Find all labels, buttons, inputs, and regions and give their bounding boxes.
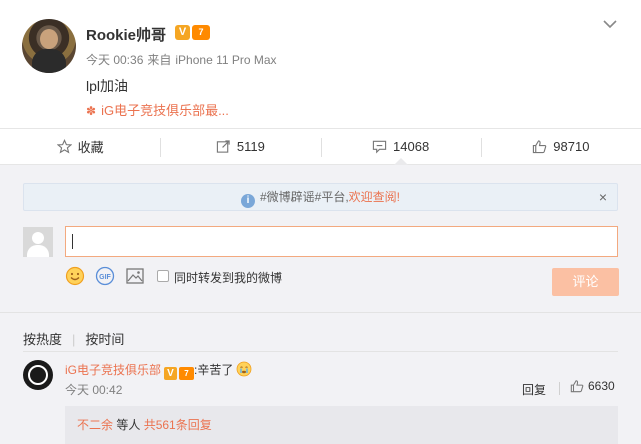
comment-header: iG电子竞技俱乐部 V 7:辛苦了 xyxy=(65,361,252,380)
comment-icon xyxy=(372,140,387,154)
comment-time: 今天 00:42 xyxy=(65,383,123,397)
repost-button[interactable]: 5119 xyxy=(160,129,320,164)
avatar-body xyxy=(27,245,49,257)
chevron-down-icon[interactable] xyxy=(602,16,618,32)
comment-input[interactable] xyxy=(65,226,618,257)
divider xyxy=(559,382,560,395)
repost-checkbox[interactable] xyxy=(157,270,169,282)
comment-count: 14068 xyxy=(393,139,430,154)
post-text: lpl加油 xyxy=(86,78,129,94)
verified-badge-icon: V xyxy=(175,25,190,40)
tab-separator: | xyxy=(72,332,76,347)
favorite-label: 收藏 xyxy=(77,140,104,155)
comment-section: i #微博辟谣#平台,欢迎查阅! × GIF 同时转发到我的微博 评论 按热度 | 按… xyxy=(0,165,641,444)
commenter-name[interactable]: iG电子竞技俱乐部 xyxy=(65,363,161,377)
post-action-bar: 收藏 5119 14068 98710 xyxy=(0,128,641,165)
like-button[interactable]: 98710 xyxy=(480,129,641,164)
text-caret xyxy=(72,234,73,249)
comment-button[interactable]: 14068 xyxy=(320,129,481,165)
like-count: 98710 xyxy=(553,139,590,154)
my-avatar xyxy=(23,227,53,257)
sub-reply-user[interactable]: 不二余 xyxy=(77,418,113,432)
topic-icon: ✽ xyxy=(86,104,97,118)
tab-sort-time[interactable]: 按时间 xyxy=(85,332,124,347)
source-prefix: 来自 xyxy=(147,53,172,67)
thumbs-up-icon xyxy=(533,140,547,154)
post-header: Rookie帅哥 V 7 今天 00:36 来自 iPhone 11 Pro Max… xyxy=(0,0,641,128)
avatar-head xyxy=(32,232,44,244)
ig-logo-icon xyxy=(28,365,48,385)
sub-reply-mid: 等人 xyxy=(113,418,144,432)
crying-emoji-icon xyxy=(236,361,252,377)
thumbs-up-icon xyxy=(570,380,584,393)
info-icon: i xyxy=(240,194,255,208)
comment-like-count: 6630 xyxy=(588,379,615,393)
tab-sort-hot[interactable]: 按热度 xyxy=(23,332,62,347)
sort-tabs: 按热度 | 按时间 xyxy=(23,329,134,348)
topic-link[interactable]: ✽ iG电子竞技俱乐部最... xyxy=(86,100,229,119)
reply-button[interactable]: 回复 xyxy=(522,381,546,398)
author-name[interactable]: Rookie帅哥 xyxy=(86,24,166,45)
rumor-notice-banner: i #微博辟谣#平台,欢迎查阅! × xyxy=(23,183,618,211)
star-icon xyxy=(56,139,72,154)
repost-icon xyxy=(216,140,230,153)
svg-text:GIF: GIF xyxy=(99,274,111,281)
commenter-avatar[interactable] xyxy=(23,360,53,390)
gif-icon[interactable]: GIF xyxy=(95,266,115,286)
close-icon[interactable]: × xyxy=(599,184,607,210)
avatar-figure xyxy=(32,49,66,73)
vip-badge-icon: 7 xyxy=(192,25,210,40)
verified-badge-icon: V xyxy=(164,367,178,380)
favorite-button[interactable]: 收藏 xyxy=(0,129,160,164)
post-timestamp[interactable]: 今天 00:36 xyxy=(86,53,143,67)
comment-like-button[interactable]: 6630 xyxy=(570,379,615,393)
notice-link[interactable]: 欢迎查阅! xyxy=(349,190,400,204)
sub-replies-box[interactable]: 不二余 等人 共561条回复 xyxy=(65,406,618,444)
comment-text: :辛苦了 xyxy=(194,363,234,377)
post-meta: 今天 00:36 来自 iPhone 11 Pro Max xyxy=(86,51,281,68)
image-icon[interactable] xyxy=(125,266,145,286)
avatar-face xyxy=(40,29,58,49)
repost-count: 5119 xyxy=(236,139,265,154)
notice-text: #微博辟谣#平台, xyxy=(259,190,349,204)
more-replies-link[interactable]: 共561条回复 xyxy=(144,418,212,432)
emoji-icon[interactable] xyxy=(65,266,85,286)
repost-checkbox-label[interactable]: 同时转发到我的微博 xyxy=(174,269,282,286)
divider xyxy=(0,312,641,313)
author-avatar[interactable] xyxy=(22,19,76,73)
vip-badge-icon: 7 xyxy=(179,367,195,380)
submit-comment-button[interactable]: 评论 xyxy=(552,268,619,296)
topic-label: iG电子竞技俱乐部最... xyxy=(101,103,229,118)
post-source[interactable]: iPhone 11 Pro Max xyxy=(175,53,276,67)
divider xyxy=(23,351,618,352)
